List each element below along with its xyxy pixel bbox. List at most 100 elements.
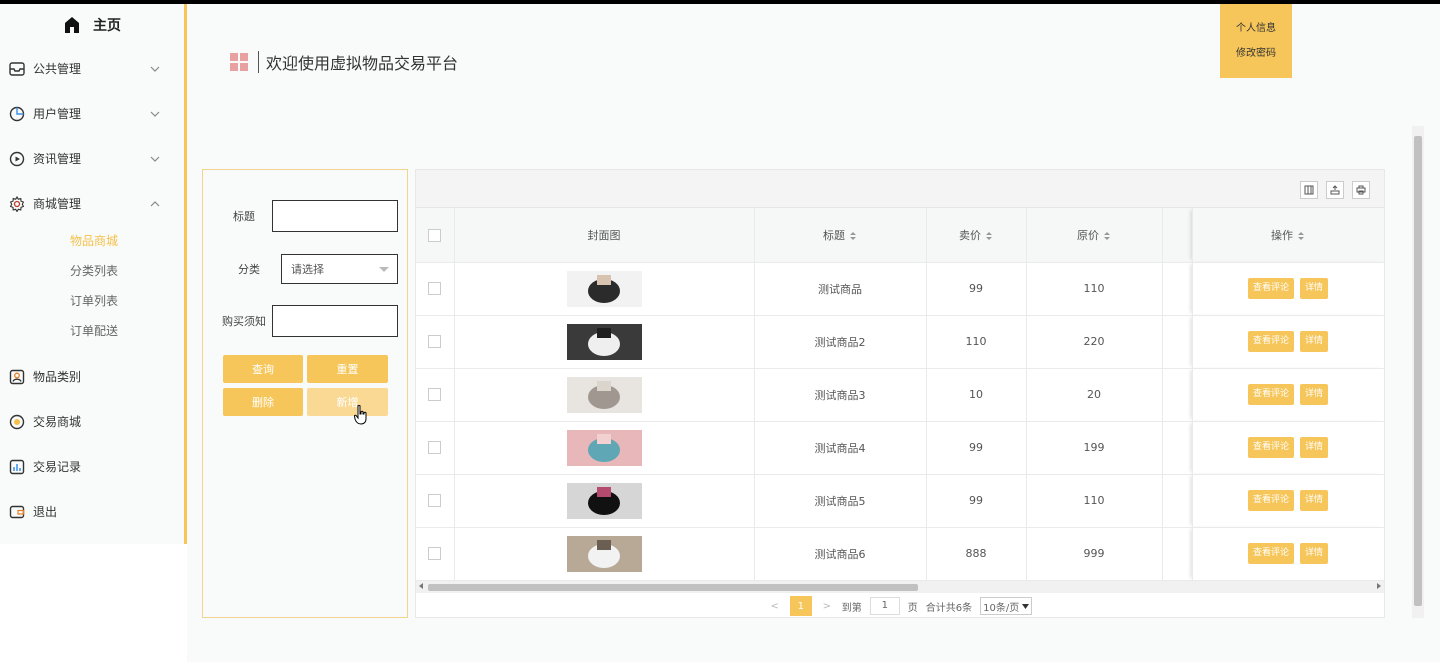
goto-page-input[interactable]: 1 [869,597,900,615]
sidebar-item-trade-records[interactable]: 交易记录 [0,444,184,489]
inbox-icon [9,61,25,76]
title-cell: 测试商品5 [754,474,927,528]
sort-icon[interactable] [985,231,993,241]
row-checkbox[interactable] [428,335,442,349]
cover-thumbnail[interactable] [566,270,642,307]
cover-cell [454,527,755,581]
user-menu-profile[interactable]: 个人信息 [1220,4,1292,41]
add-button[interactable]: 新增 [307,388,388,416]
detail-button[interactable]: 详情 [1300,331,1329,352]
table-scroll-area[interactable]: 封面图 标题 卖价 原价 操作 测试商品 99 110 查看评论 详情 测试商品2 110 2… [416,208,1384,581]
header-original-price[interactable]: 原价 [1026,208,1163,263]
view-comments-button[interactable]: 查看评论 [1247,331,1294,352]
cover-thumbnail[interactable] [566,482,642,519]
sidebar-item-logout[interactable]: 退出 [0,489,184,534]
row-checkbox[interactable] [428,494,442,508]
hidden-cell [1162,315,1193,369]
cover-thumbnail[interactable] [566,376,642,413]
price-cell: 99 [926,421,1027,475]
view-comments-button[interactable]: 查看评论 [1247,278,1294,299]
submenu-item-category-list[interactable]: 分类列表 [0,256,184,286]
sidebar-item-news[interactable]: 资讯管理 [0,136,184,181]
sort-icon[interactable] [1103,231,1111,241]
actions-cell: 查看评论 详情 [1192,315,1384,369]
actions-cell: 查看评论 详情 [1192,474,1384,528]
cover-cell [454,368,755,422]
cover-thumbnail[interactable] [566,323,642,360]
goods-table: 封面图 标题 卖价 原价 操作 测试商品 99 110 查看评论 详情 测试商品2 110 2… [416,208,1384,581]
caret-down-icon [379,267,389,272]
hidden-cell [1162,262,1193,316]
query-button[interactable]: 查询 [223,355,303,383]
sidebar-item-label: 商城管理 [33,197,82,211]
sidebar-item-goods-category[interactable]: 物品类别 [0,354,184,399]
view-comments-button[interactable]: 查看评论 [1247,543,1294,564]
home-label: 主页 [93,18,121,34]
detail-button[interactable]: 详情 [1300,384,1329,405]
page-number-button[interactable]: 1 [789,596,812,616]
scroll-left-icon[interactable] [419,583,423,589]
export-icon[interactable] [1326,181,1344,199]
row-checkbox[interactable] [428,441,442,455]
select-all-checkbox[interactable] [428,228,442,242]
header-title-label: 标题 [823,228,845,242]
header-title[interactable]: 标题 [754,208,927,263]
sidebar-item-label: 交易记录 [33,460,82,474]
horizontal-scrollbar-thumb[interactable] [428,584,918,591]
view-comments-button[interactable]: 查看评论 [1247,384,1294,405]
cover-thumbnail[interactable] [566,429,642,466]
view-comments-button[interactable]: 查看评论 [1247,437,1294,458]
sort-icon[interactable] [1297,231,1305,241]
submenu-item-goods-mall[interactable]: 物品商城 [0,226,184,256]
category-select[interactable]: 请选择 [281,254,398,284]
columns-icon[interactable] [1300,181,1318,199]
detail-button[interactable]: 详情 [1300,490,1329,511]
gear-icon [9,195,25,212]
submenu-item-order-list[interactable]: 订单列表 [0,286,184,316]
row-checkbox[interactable] [428,282,442,296]
vertical-scrollbar[interactable] [1412,126,1424,618]
original-price-cell: 20 [1026,368,1163,422]
page-size-select[interactable]: 10条/页 [980,597,1033,615]
original-price-cell: 999 [1026,527,1163,581]
sidebar-item-label: 用户管理 [33,107,82,121]
cover-thumbnail[interactable] [566,535,642,572]
reset-button[interactable]: 重置 [307,355,388,383]
header-actions[interactable]: 操作 [1192,208,1384,263]
sidebar-item-trade-mall[interactable]: 交易商城 [0,399,184,444]
title-input[interactable] [272,200,398,232]
table-row[interactable]: 测试商品2 110 220 查看评论 详情 [416,315,1384,369]
header-price[interactable]: 卖价 [926,208,1027,263]
table-row[interactable]: 测试商品 99 110 查看评论 详情 [416,262,1384,316]
detail-button[interactable]: 详情 [1300,278,1329,299]
next-page-button[interactable]: > [820,601,834,612]
sidebar-item-users[interactable]: 用户管理 [0,91,184,136]
title-label: 标题 [233,210,255,223]
detail-button[interactable]: 详情 [1300,437,1329,458]
row-checkbox[interactable] [428,547,442,561]
delete-button[interactable]: 删除 [223,388,303,416]
table-row[interactable]: 测试商品5 99 110 查看评论 详情 [416,474,1384,528]
table-row[interactable]: 测试商品4 99 199 查看评论 详情 [416,421,1384,475]
prev-page-button[interactable]: < [768,601,782,612]
view-comments-button[interactable]: 查看评论 [1247,490,1294,511]
sun-icon [9,414,25,429]
sidebar-item-mall[interactable]: 商城管理 [0,181,184,226]
cover-cell [454,262,755,316]
table-row[interactable]: 测试商品6 888 999 查看评论 详情 [416,527,1384,581]
horizontal-scrollbar[interactable] [416,581,1384,593]
sort-icon[interactable] [849,231,857,241]
detail-button[interactable]: 详情 [1300,543,1329,564]
submenu-item-order-delivery[interactable]: 订单配送 [0,316,184,346]
notice-input[interactable] [272,305,398,337]
scroll-right-icon[interactable] [1377,583,1381,589]
page-title: 欢迎使用虚拟物品交易平台 [266,54,459,73]
vertical-scrollbar-thumb[interactable] [1414,136,1422,606]
sidebar-item-public[interactable]: 公共管理 [0,46,184,91]
table-row[interactable]: 测试商品3 10 20 查看评论 详情 [416,368,1384,422]
user-menu-change-password[interactable]: 修改密码 [1220,41,1292,78]
row-checkbox[interactable] [428,388,442,402]
sidebar-home[interactable]: 主页 [0,4,184,46]
print-icon[interactable] [1352,181,1370,199]
price-cell: 110 [926,315,1027,369]
